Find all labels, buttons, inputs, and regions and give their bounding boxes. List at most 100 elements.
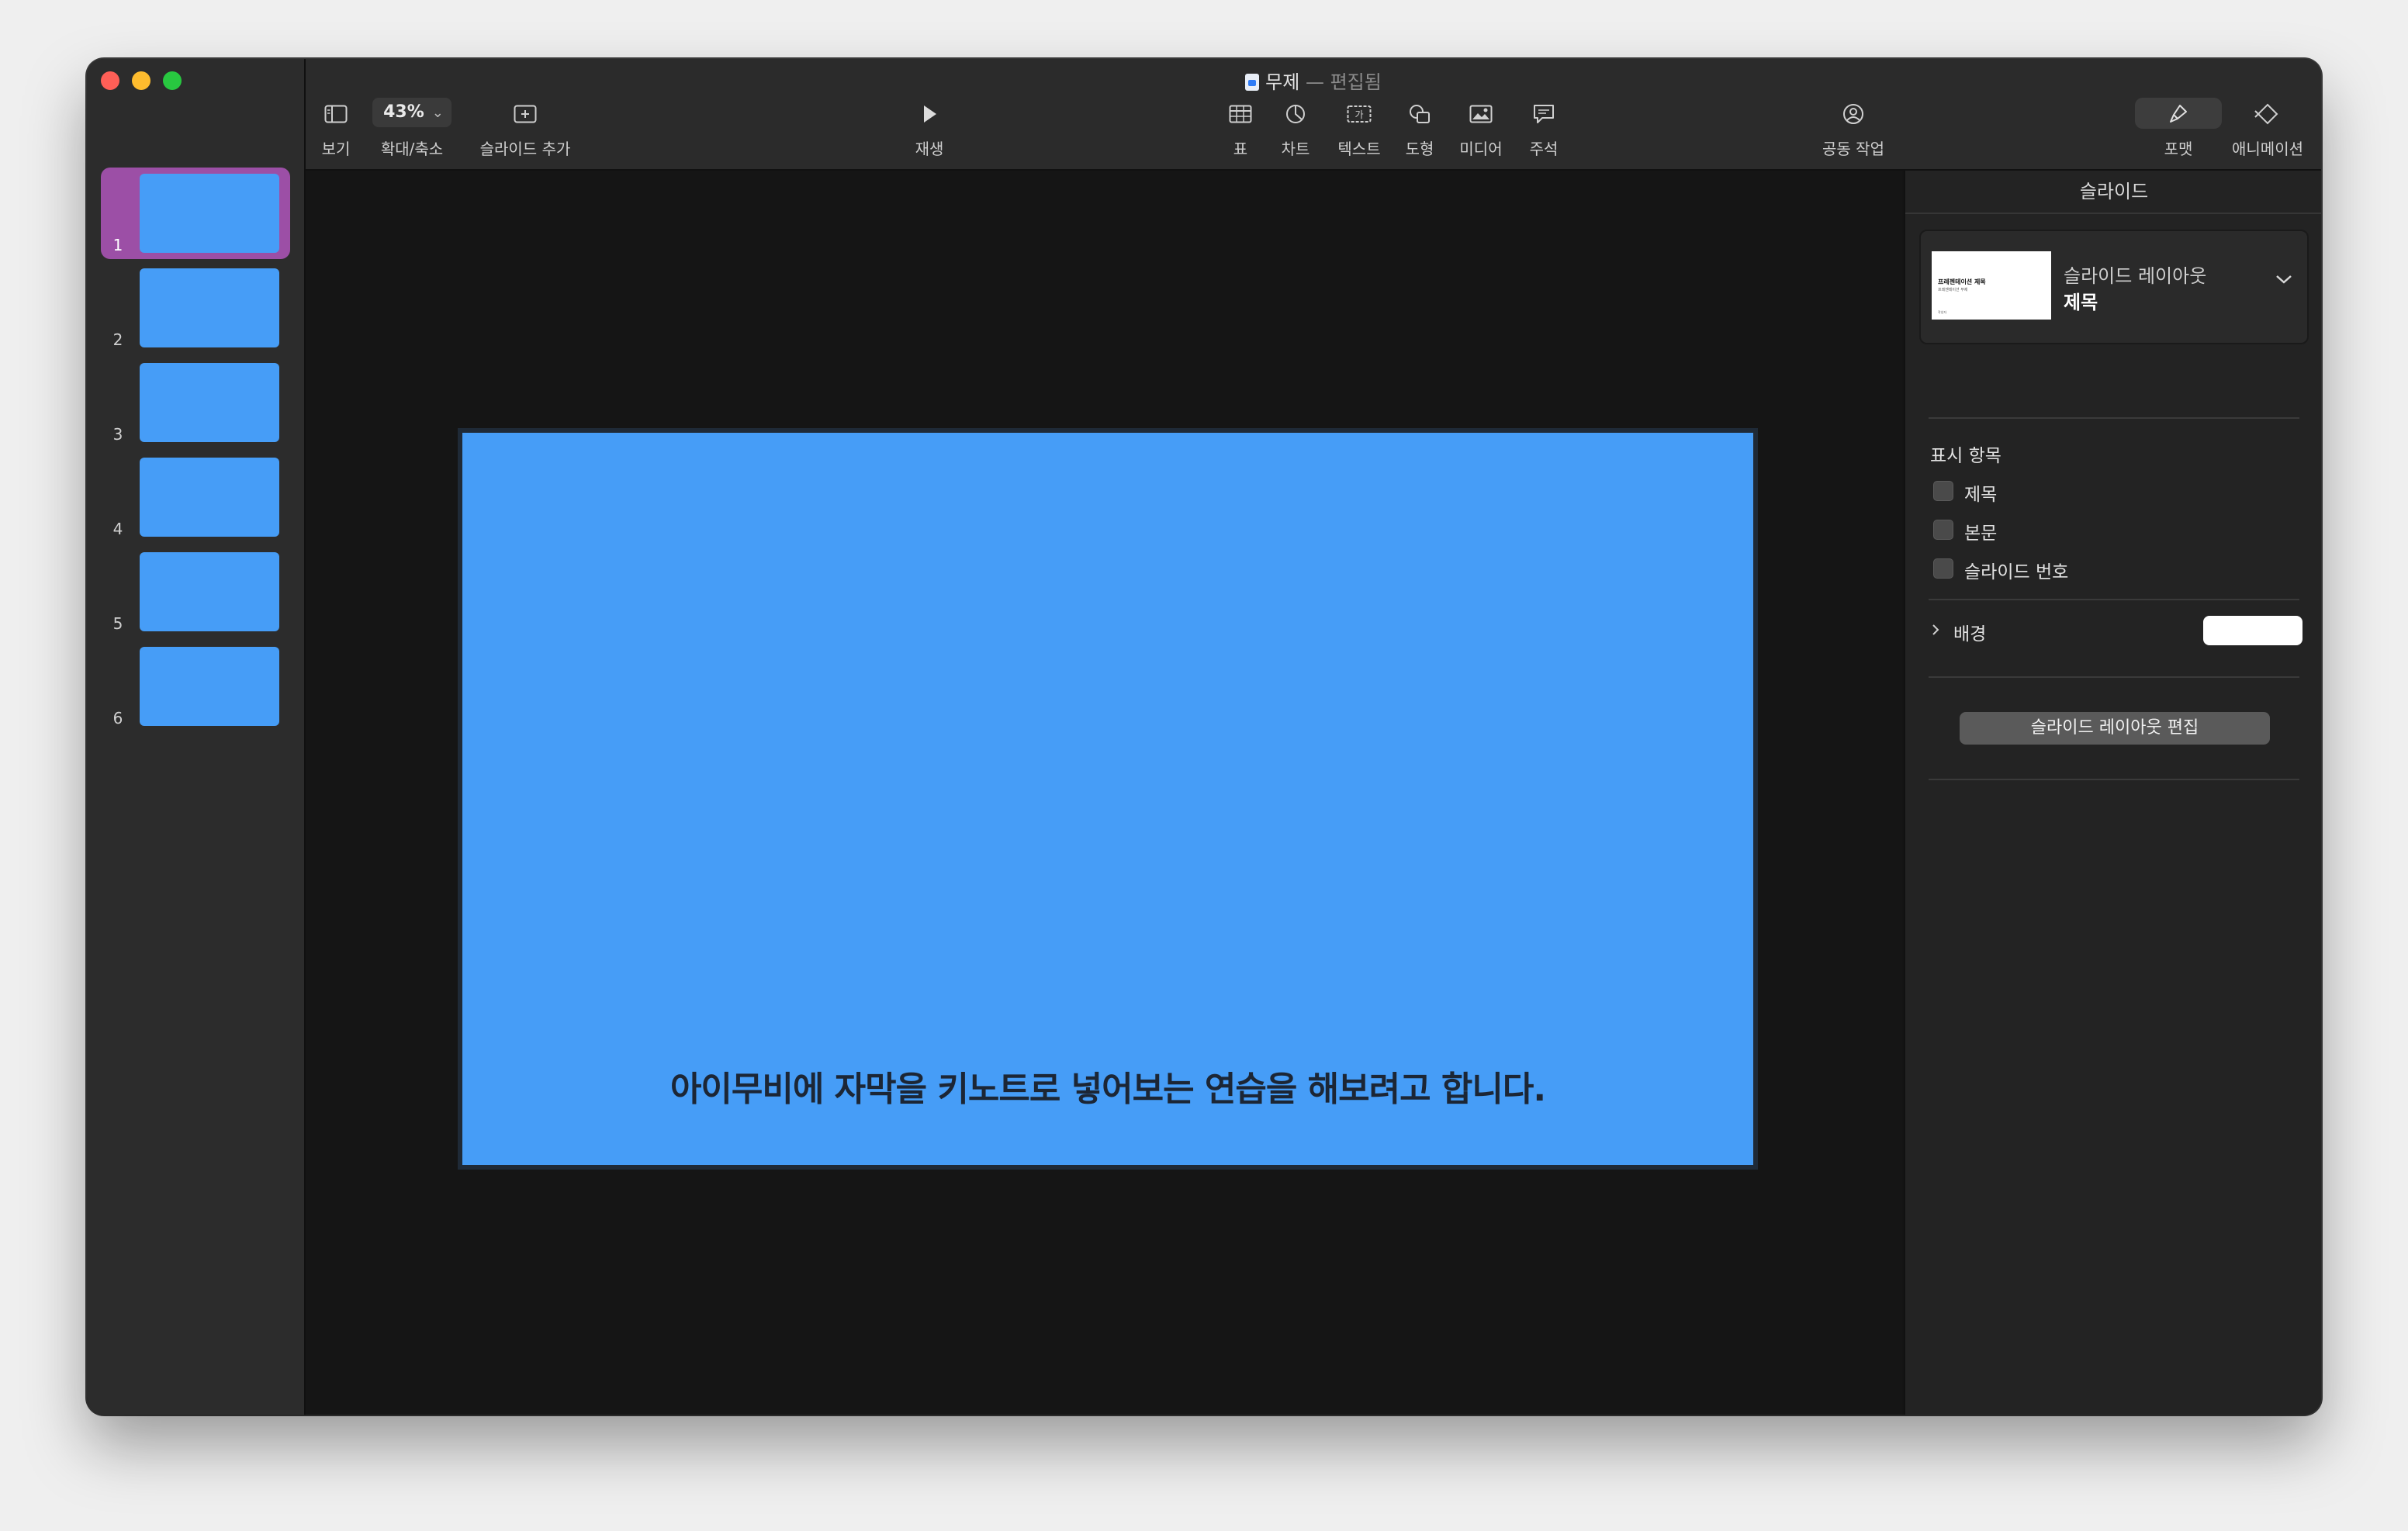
chevron-right-icon[interactable]: [1930, 622, 1941, 641]
slide-canvas: 아이무비에 자막을 키노트로 넣어보는 연습을 해보려고 합니다.: [306, 171, 1902, 1415]
slide-thumbnail-image: [140, 647, 279, 726]
checkbox-box[interactable]: [1933, 481, 1953, 501]
slide-number: 2: [112, 330, 123, 349]
section-divider: [1929, 779, 2299, 780]
svg-text:가: 가: [1354, 109, 1363, 120]
slide-thumbnail-image: [140, 268, 279, 347]
shape-label: 도형: [1405, 140, 1434, 158]
table-icon: [1221, 98, 1260, 129]
keynote-document-icon: [1245, 74, 1260, 91]
layout-thumbnail-title: 프레젠테이션 제목: [1938, 278, 1986, 285]
paintbrush-icon: [2135, 98, 2222, 129]
slide-number: 1: [112, 236, 123, 254]
show-slide-number-label: 슬라이드 번호: [1964, 562, 2069, 582]
animate-button[interactable]: 애니메이션: [2225, 98, 2310, 159]
collaborate-icon: [1811, 98, 1896, 129]
slide-thumbnail-3[interactable]: 3: [101, 357, 290, 448]
play-button[interactable]: 재생: [906, 98, 953, 159]
inspector-title: 슬라이드: [1905, 171, 2321, 214]
background-label: 배경: [1953, 624, 1987, 645]
text-label: 텍스트: [1337, 140, 1381, 158]
minimize-window-button[interactable]: [132, 71, 150, 90]
text-box-icon: 가: [1328, 98, 1390, 129]
add-slide-label: 슬라이드 추가: [479, 140, 571, 158]
view-button[interactable]: 보기: [315, 98, 357, 159]
text-button[interactable]: 가 텍스트: [1328, 98, 1390, 159]
slide-layout-value: 제목: [2064, 292, 2098, 313]
slide-thumbnail-image: [140, 552, 279, 631]
window-title: 무제 — 편집됨: [306, 67, 2321, 94]
slide-caption-text[interactable]: 아이무비에 자막을 키노트로 넣어보는 연습을 해보려고 합니다.: [462, 1061, 1753, 1111]
edit-slide-layout-button[interactable]: 슬라이드 레이아웃 편집: [1960, 712, 2270, 745]
sidebar-icon: [315, 98, 357, 129]
background-color-swatch[interactable]: [2203, 616, 2302, 645]
chevron-down-icon: [2275, 273, 2293, 289]
section-divider: [1929, 676, 2299, 678]
table-button[interactable]: 표: [1221, 98, 1260, 159]
chart-icon: [1272, 98, 1319, 129]
slide-number: 6: [112, 709, 123, 727]
slide-number: 5: [112, 614, 123, 633]
slide-thumbnail-6[interactable]: 6: [101, 641, 290, 732]
chart-button[interactable]: 차트: [1272, 98, 1319, 159]
title-separator: —: [1305, 71, 1324, 93]
slide-thumbnail-2[interactable]: 2: [101, 262, 290, 354]
toolbar: 무제 — 편집됨 보기 43% ⌄ 확대/축소 슬라이드 추가 재생 표 차트 …: [306, 59, 2321, 171]
slide-number: 3: [112, 425, 123, 444]
format-button[interactable]: 포맷: [2135, 98, 2222, 159]
slide-thumbnail-image: [140, 174, 279, 253]
section-divider: [1929, 417, 2299, 419]
checkbox-box[interactable]: [1933, 558, 1953, 579]
show-title-label: 제목: [1964, 485, 1998, 505]
chart-label: 차트: [1281, 140, 1310, 158]
media-button[interactable]: 미디어: [1452, 98, 1510, 159]
slide-layout-selector[interactable]: 프레젠테이션 제목 프레젠테이션 부제 작성자 슬라이드 레이아웃 제목: [1919, 230, 2309, 344]
layout-thumbnail: 프레젠테이션 제목 프레젠테이션 부제 작성자: [1932, 251, 2051, 320]
zoom-value: 43%: [383, 102, 424, 122]
animate-label: 애니메이션: [2232, 140, 2303, 158]
slide-layout-label: 슬라이드 레이아웃: [2064, 265, 2207, 287]
appearance-heading: 표시 항목: [1930, 446, 2001, 466]
slide-number: 4: [112, 520, 123, 538]
zoom-window-button[interactable]: [163, 71, 182, 90]
chevron-down-icon: ⌄: [431, 105, 444, 121]
collaborate-label: 공동 작업: [1822, 140, 1884, 158]
photo-icon: [1452, 98, 1510, 129]
document-status: 편집됨: [1330, 71, 1382, 93]
document-name: 무제: [1265, 71, 1300, 93]
zoom-button[interactable]: 43% ⌄ 확대/축소: [369, 98, 455, 159]
view-label: 보기: [321, 140, 351, 158]
slide-navigator: 1 2 3 4 5 6: [87, 59, 306, 1415]
close-window-button[interactable]: [101, 71, 119, 90]
media-label: 미디어: [1459, 140, 1503, 158]
slide-thumbnail-4[interactable]: 4: [101, 451, 290, 543]
checkbox-box[interactable]: [1933, 520, 1953, 540]
shape-icon: [1396, 98, 1443, 129]
show-body-label: 본문: [1964, 524, 1998, 544]
keynote-window: 1 2 3 4 5 6 무제 — 편집됨 보기 43% ⌄ 확대/축소 슬라이드…: [87, 59, 2321, 1415]
slide-thumbnail-image: [140, 458, 279, 537]
current-slide[interactable]: 아이무비에 자막을 키노트로 넣어보는 연습을 해보려고 합니다.: [462, 433, 1753, 1165]
zoom-label: 확대/축소: [380, 140, 444, 158]
animate-diamond-icon: [2225, 98, 2310, 129]
comment-label: 주석: [1529, 140, 1559, 158]
background-row[interactable]: 배경: [1930, 616, 2302, 647]
layout-thumbnail-subtitle: 프레젠테이션 부제: [1938, 288, 1968, 292]
slide-thumbnail-image: [140, 363, 279, 442]
add-slide-button[interactable]: 슬라이드 추가: [475, 98, 576, 159]
section-divider: [1929, 599, 2299, 600]
format-label: 포맷: [2164, 140, 2193, 158]
play-icon: [906, 98, 953, 129]
format-inspector: 슬라이드 프레젠테이션 제목 프레젠테이션 부제 작성자 슬라이드 레이아웃 제…: [1904, 171, 2321, 1415]
comment-icon: [1521, 98, 1567, 129]
slide-thumbnail-5[interactable]: 5: [101, 546, 290, 638]
table-label: 표: [1233, 140, 1248, 158]
play-label: 재생: [915, 140, 944, 158]
collaborate-button[interactable]: 공동 작업: [1811, 98, 1896, 159]
comment-button[interactable]: 주석: [1521, 98, 1567, 159]
slide-thumbnail-1[interactable]: 1: [101, 168, 290, 259]
shape-button[interactable]: 도형: [1396, 98, 1443, 159]
layout-thumbnail-author: 작성자: [1938, 310, 1947, 314]
zoom-select[interactable]: 43% ⌄: [369, 98, 455, 129]
add-slide-icon: [475, 98, 576, 129]
